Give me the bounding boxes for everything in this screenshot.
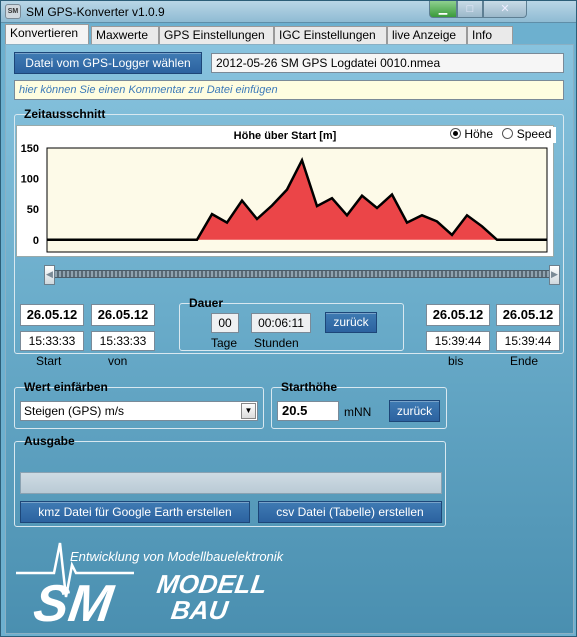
logo-tagline: Entwicklung von Modellbauelektronik [70, 549, 285, 564]
bis-label: bis [448, 354, 464, 368]
radio-hoehe-dot [450, 128, 461, 139]
time-range-slider[interactable]: ◀ ▶ [44, 265, 560, 287]
tab-gps-einstellungen[interactable]: GPS Einstellungen [159, 26, 274, 44]
filename-field: 2012-05-26 SM GPS Logdatei 0010.nmea [211, 53, 564, 73]
bis-date-field[interactable]: 26.05.12 [426, 304, 490, 326]
ausgabe-title: Ausgabe [24, 434, 75, 448]
dauer-time-field: 00:06:11 [251, 313, 311, 333]
sm-modellbau-logo: Entwicklung von Modellbauelektronik SM M… [14, 535, 314, 633]
ende-time-field[interactable]: 15:39:44 [496, 331, 560, 351]
comment-field[interactable]: hier können Sie einen Kommentar zur Date… [14, 80, 564, 100]
logo-graphic: Entwicklung von Modellbauelektronik SM M… [16, 542, 285, 633]
slider-track[interactable] [52, 270, 552, 278]
maximize-button[interactable]: □ [457, 1, 483, 18]
close-icon: ✕ [500, 3, 510, 15]
chart-svg: 150 100 50 0 [21, 143, 548, 253]
logo-bau: BAU [169, 595, 231, 625]
start-time-field[interactable]: 15:33:33 [20, 331, 84, 351]
app-window: SM SM GPS-Konverter v1.0.9 ▁ □ ✕ Konvert… [0, 0, 577, 637]
von-date-field[interactable]: 26.05.12 [91, 304, 155, 326]
window-title: SM GPS-Konverter v1.0.9 [26, 5, 165, 19]
starthoehe-title: Starthöhe [281, 380, 338, 394]
von-time-field[interactable]: 15:33:33 [91, 331, 155, 351]
y-tick-label: 100 [21, 174, 39, 186]
radio-speed-dot [502, 128, 514, 139]
chevron-down-icon[interactable]: ▼ [241, 403, 256, 419]
stunden-label: Stunden [254, 336, 299, 350]
triangle-right-icon: ▶ [551, 269, 558, 279]
tab-live-anzeige[interactable]: live Anzeige [387, 26, 467, 44]
logo-sm: SM [30, 575, 118, 631]
altitude-chart: 150 100 50 0 Höhe über Start [m] [16, 125, 554, 257]
slider-end-handle[interactable]: ▶ [549, 265, 560, 285]
csv-export-button[interactable]: csv Datei (Tabelle) erstellen [258, 501, 442, 523]
dauer-title: Dauer [189, 296, 224, 310]
y-tick-label: 150 [21, 143, 39, 155]
wert-einfaerben-title: Wert einfärben [24, 380, 108, 394]
tab-konvertieren[interactable]: Konvertieren [5, 24, 89, 44]
von-label: von [108, 354, 128, 368]
close-button[interactable]: ✕ [483, 1, 527, 18]
color-value-selected: Steigen (GPS) m/s [24, 404, 125, 418]
radio-hoehe[interactable]: Höhe [450, 127, 496, 141]
chart-mode-radios: Höhe Speed [450, 127, 556, 143]
starthoehe-unit: mNN [344, 405, 372, 419]
app-icon: SM [5, 4, 21, 19]
color-value-select[interactable]: Steigen (GPS) m/s ▼ [20, 401, 258, 421]
title-bar: SM SM GPS-Konverter v1.0.9 ▁ □ ✕ [1, 1, 576, 23]
tage-label: Tage [211, 336, 238, 350]
tab-info[interactable]: Info [467, 26, 513, 44]
start-date-field[interactable]: 26.05.12 [20, 304, 84, 326]
dauer-days-field: 00 [211, 313, 239, 333]
bis-time-field[interactable]: 15:39:44 [426, 331, 490, 351]
minimize-button[interactable]: ▁ [429, 1, 457, 18]
slider-start-handle[interactable]: ◀ [44, 265, 55, 285]
progress-bar [20, 472, 442, 494]
ende-label: Ende [510, 354, 539, 368]
minimize-icon: ▁ [438, 3, 448, 15]
starthoehe-input[interactable]: 20.5 [277, 401, 339, 421]
konvertieren-panel: Datei vom GPS-Logger wählen 2012-05-26 S… [5, 44, 574, 634]
start-label: Start [36, 354, 62, 368]
radio-speed[interactable]: Speed [502, 127, 551, 141]
y-tick-label: 0 [33, 235, 39, 247]
starthoehe-zurueck-button[interactable]: zurück [389, 400, 440, 422]
tab-bar: Konvertieren Maxwerte GPS Einstellungen … [5, 24, 571, 44]
choose-file-button[interactable]: Datei vom GPS-Logger wählen [14, 52, 202, 74]
maximize-icon: □ [466, 3, 474, 15]
y-tick-label: 50 [27, 204, 39, 216]
ende-date-field[interactable]: 26.05.12 [496, 304, 560, 326]
zeitausschnitt-title: Zeitausschnitt [24, 107, 106, 121]
kmz-export-button[interactable]: kmz Datei für Google Earth erstellen [20, 501, 250, 523]
dauer-zurueck-button[interactable]: zurück [325, 312, 377, 333]
triangle-left-icon: ◀ [46, 269, 53, 279]
radio-speed-label: Speed [516, 127, 552, 141]
tab-maxwerte[interactable]: Maxwerte [91, 26, 159, 44]
tab-igc-einstellungen[interactable]: IGC Einstellungen [274, 26, 387, 44]
radio-hoehe-label: Höhe [464, 127, 494, 141]
